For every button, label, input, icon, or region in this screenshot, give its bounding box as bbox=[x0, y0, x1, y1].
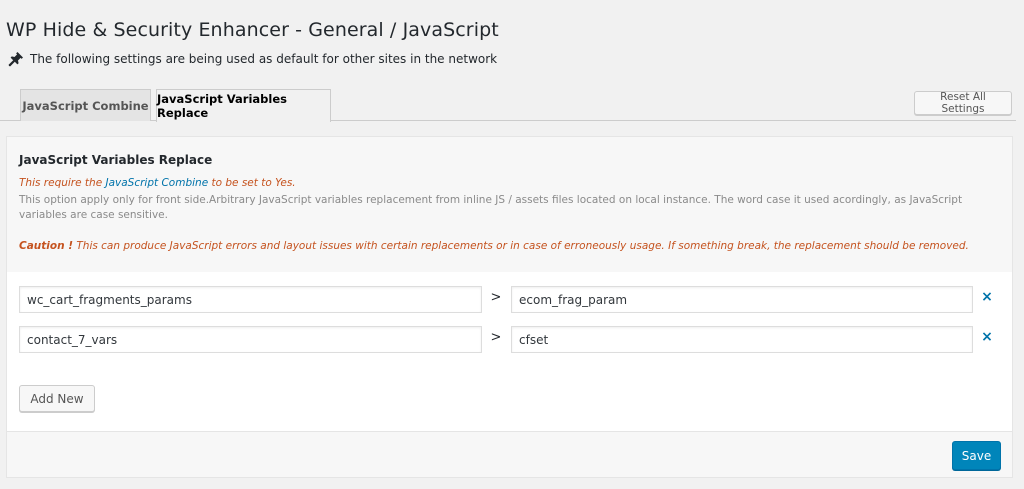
requirement-prefix: This require the bbox=[19, 177, 106, 189]
caution-label: Caution ! bbox=[19, 240, 74, 252]
section-header: JavaScript Variables Replace This requir… bbox=[7, 137, 1012, 272]
replacement-row: > × bbox=[19, 326, 1004, 354]
remove-row-icon[interactable]: × bbox=[980, 289, 994, 307]
reset-all-settings-button[interactable]: Reset All Settings bbox=[914, 91, 1012, 115]
caution-text: This can produce JavaScript errors and l… bbox=[73, 240, 969, 252]
pin-icon bbox=[8, 51, 24, 67]
section-title: JavaScript Variables Replace bbox=[19, 153, 213, 167]
save-button[interactable]: Save bbox=[952, 441, 1001, 470]
section-description: This option apply only for front side.Ar… bbox=[19, 194, 963, 221]
settings-tabs: JavaScript Combine JavaScript Variables … bbox=[0, 89, 1016, 122]
requirement-note: This require the JavaScript Combine to b… bbox=[19, 177, 296, 189]
javascript-combine-link[interactable]: JavaScript Combine bbox=[106, 177, 209, 189]
remove-row-icon[interactable]: × bbox=[980, 329, 994, 347]
add-new-button[interactable]: Add New bbox=[19, 385, 95, 412]
caution-note: Caution ! This can produce JavaScript er… bbox=[19, 240, 969, 252]
network-notice: The following settings are being used as… bbox=[8, 51, 497, 67]
replace-from-input[interactable] bbox=[19, 286, 482, 313]
replace-to-input[interactable] bbox=[511, 326, 973, 353]
replace-from-input[interactable] bbox=[19, 326, 482, 353]
settings-panel: JavaScript Variables Replace This requir… bbox=[6, 136, 1013, 432]
page-title: WP Hide & Security Enhancer - General / … bbox=[6, 18, 499, 41]
tab-javascript-variables-replace[interactable]: JavaScript Variables Replace bbox=[156, 89, 331, 122]
requirement-suffix: to be set to Yes. bbox=[208, 177, 296, 189]
arrow-right-icon: > bbox=[490, 330, 502, 345]
tab-javascript-combine[interactable]: JavaScript Combine bbox=[20, 89, 151, 121]
footer-actions: Save bbox=[6, 432, 1013, 478]
replace-to-input[interactable] bbox=[511, 286, 973, 313]
replacement-row: > × bbox=[19, 286, 1004, 314]
notice-text: The following settings are being used as… bbox=[30, 52, 498, 66]
arrow-right-icon: > bbox=[490, 290, 502, 305]
